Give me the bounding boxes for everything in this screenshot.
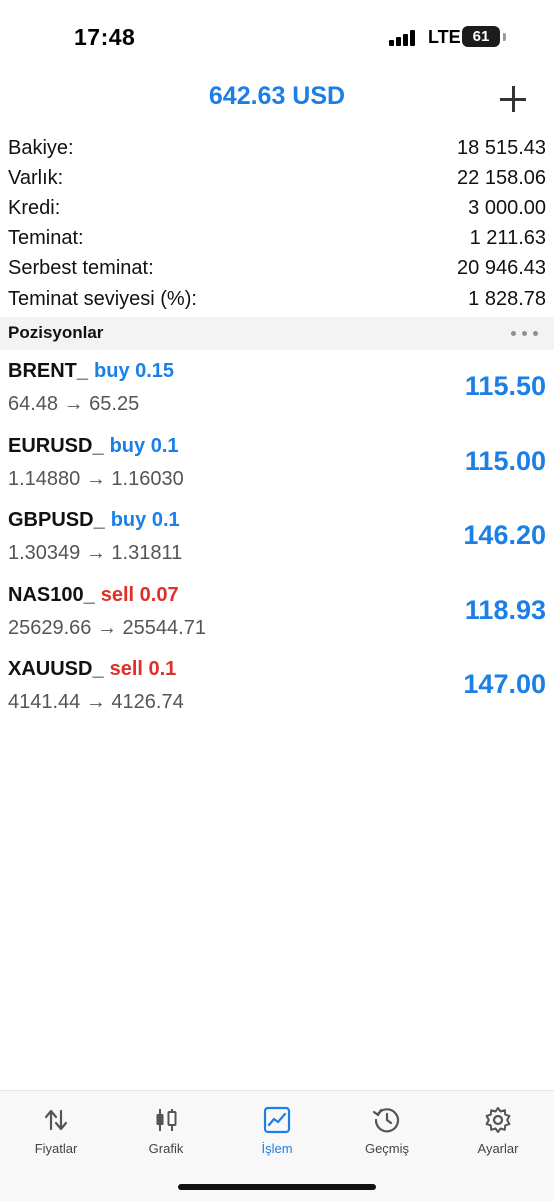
position-prices: 1.14880 → 1.16030 [8,467,184,490]
position-profit: 115.50 [464,371,546,401]
tab-label: Fiyatlar [34,1141,78,1156]
summary-row-equity: Varlık: 22 158.06 [8,163,546,193]
positions-list: BRENT_ buy 0.15 64.48 → 65.25 115.50 EURU… [0,350,554,723]
tab-trade[interactable]: İşlem [227,1101,327,1161]
position-row[interactable]: NAS100_ sell 0.07 25629.66 → 25544.71 118… [0,574,554,649]
summary-value: 1 211.63 [469,227,546,250]
position-row[interactable]: EURUSD_ buy 0.1 1.14880 → 1.16030 115.00 [0,425,554,500]
network-type: LTE [428,27,461,47]
positions-section-header: Pozisyonlar [0,317,554,350]
position-prices: 4141.44 → 4126.74 [8,691,184,714]
tab-settings[interactable]: Ayarlar [448,1101,548,1161]
summary-label: Teminat seviyesi (%): [8,287,197,310]
summary-label: Kredi: [8,196,61,219]
positions-title: Pozisyonlar [8,323,104,342]
position-symbol: NAS100_ [8,583,95,606]
more-horizontal-icon[interactable] [511,331,539,337]
position-row[interactable]: GBPUSD_ buy 0.1 1.30349 → 1.31811 146.20 [0,499,554,574]
summary-row-balance: Bakiye: 18 515.43 [8,133,546,163]
battery-cap [503,33,506,41]
summary-value: 22 158.06 [457,166,546,189]
position-side: buy 0.1 [110,509,180,532]
summary-row-margin: Teminat: 1 211.63 [8,224,546,254]
status-time: 17:48 [74,24,136,50]
summary-value: 18 515.43 [457,136,546,159]
candlestick-icon [156,1109,177,1131]
summary-value: 20 946.43 [457,257,546,280]
tab-label: Grafik [148,1141,184,1156]
position-prices: 1.30349 → 1.31811 [8,542,183,565]
account-summary: Bakiye: 18 515.43 Varlık: 22 158.06 Kred… [8,133,546,314]
cellular-signal-icon [389,30,417,46]
position-profit: 147.00 [463,669,546,700]
trade-chart-icon [263,1106,291,1134]
summary-row-margin-level: Teminat seviyesi (%): 1 828.78 [8,284,546,314]
position-symbol: XAUUSD_ [8,658,104,681]
position-row[interactable]: BRENT_ buy 0.15 64.48 → 65.25 115.50 [0,350,554,425]
position-prices: 25629.66 → 25544.71 [8,616,206,639]
summary-value: 1 828.78 [468,287,546,310]
summary-label: Varlık: [8,166,64,189]
position-profit: 118.93 [464,594,546,625]
arrows-up-down-icon [44,1109,68,1131]
position-side: sell 0.07 [100,583,179,606]
home-indicator[interactable] [178,1184,376,1190]
summary-label: Teminat: [8,227,84,250]
summary-label: Bakiye: [8,136,74,159]
status-bar: 17:48 LTE 61 [0,0,554,76]
position-side: buy 0.1 [109,434,179,457]
tab-label: Geçmiş [364,1141,410,1156]
position-side: buy 0.15 [94,360,175,382]
summary-row-free-margin: Serbest teminat: 20 946.43 [8,254,546,284]
gear-icon [485,1107,511,1133]
position-prices: 64.48 → 65.25 [8,393,140,415]
position-profit: 146.20 [463,520,546,551]
position-side: sell 0.1 [109,658,177,681]
history-icon [372,1108,400,1133]
tab-label: İşlem [261,1141,293,1156]
equity-total-title: 642.63 USD [208,82,346,110]
position-symbol: EURUSD_ [8,434,104,457]
tab-label: Ayarlar [477,1141,519,1156]
battery-icon: 61 [462,26,500,47]
summary-row-credit: Kredi: 3 000.00 [8,193,546,223]
position-symbol: GBPUSD_ [8,509,105,532]
tab-chart[interactable]: Grafik [116,1101,216,1161]
position-profit: 115.00 [464,445,546,476]
tab-history[interactable]: Geçmiş [337,1101,437,1161]
position-row[interactable]: XAUUSD_ sell 0.1 4141.44 → 4126.74 147.00 [0,648,554,723]
plus-icon[interactable] [498,84,528,114]
tab-quotes[interactable]: Fiyatlar [6,1101,106,1161]
summary-label: Serbest teminat: [8,257,154,280]
summary-value: 3 000.00 [468,196,546,219]
position-symbol: BRENT_ [8,360,89,382]
